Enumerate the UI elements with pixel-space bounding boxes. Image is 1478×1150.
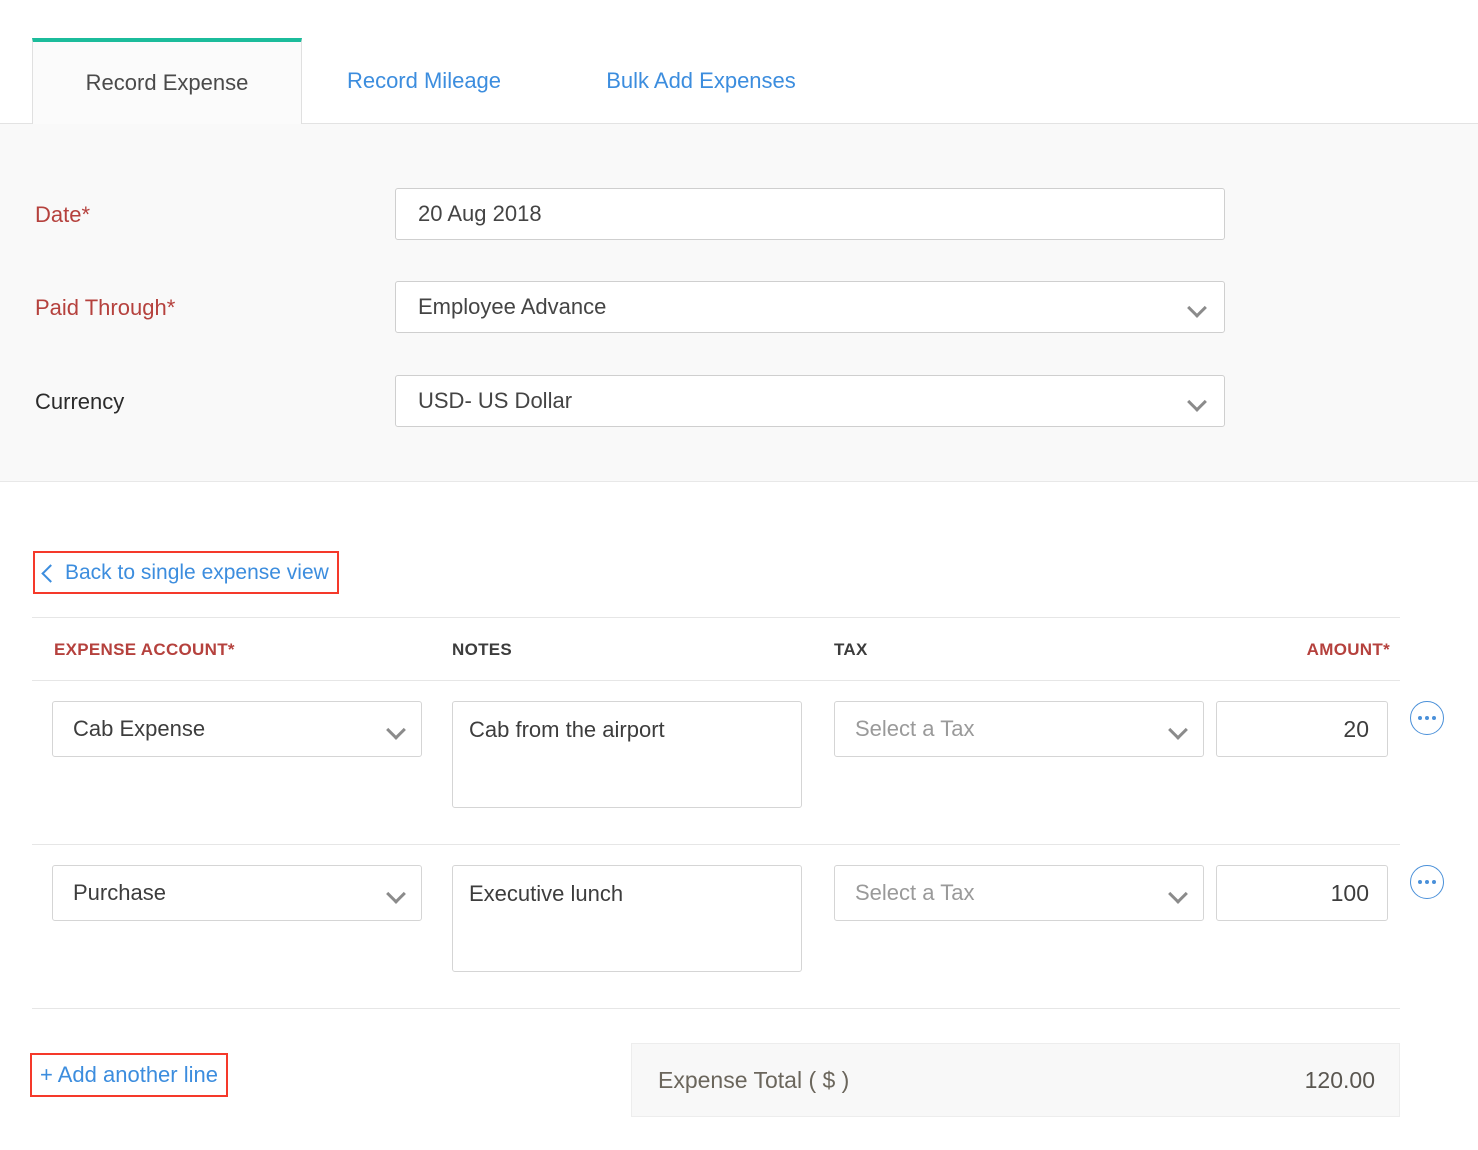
tab-bar: Record Expense Record Mileage Bulk Add E… [0,0,1478,124]
paid-through-label: Paid Through* [35,297,175,319]
expense-header-form: Date* 20 Aug 2018 Paid Through* Employee… [0,124,1478,482]
notes-textarea[interactable]: Executive lunch [452,865,802,972]
tax-value: Select a Tax [855,880,1167,906]
line-items-table: EXPENSE ACCOUNT* NOTES TAX AMOUNT* Cab E… [32,617,1400,1009]
expense-account-value: Cab Expense [73,716,385,742]
tab-bulk-add-expenses-label: Bulk Add Expenses [606,68,796,94]
table-header-row: EXPENSE ACCOUNT* NOTES TAX AMOUNT* [32,618,1400,680]
chevron-down-icon [1186,296,1208,318]
paid-through-value: Employee Advance [418,294,1186,320]
tax-value: Select a Tax [855,716,1167,742]
tab-record-expense-label: Record Expense [86,70,249,96]
expense-total-label: Expense Total ( $ ) [658,1067,849,1094]
column-header-tax: TAX [834,640,868,660]
table-row: Purchase Executive lunch Select a Tax 10… [32,845,1400,1008]
tab-record-mileage[interactable]: Record Mileage [328,38,520,124]
chevron-down-icon [1167,718,1189,740]
column-header-amount: AMOUNT* [1307,640,1390,660]
paid-through-select[interactable]: Employee Advance [395,281,1225,333]
expense-account-select[interactable]: Purchase [52,865,422,921]
expense-total-value: 120.00 [1305,1067,1375,1094]
add-another-line-button[interactable]: + Add another line [30,1053,228,1097]
chevron-down-icon [385,882,407,904]
back-link-label: Back to single expense view [65,561,329,585]
tax-select[interactable]: Select a Tax [834,865,1204,921]
currency-value: USD- US Dollar [418,388,1186,414]
row-options-icon[interactable] [1410,865,1444,899]
tab-record-expense[interactable]: Record Expense [32,38,302,124]
date-label: Date* [35,204,90,226]
back-to-single-expense-view-link[interactable]: Back to single expense view [33,551,339,594]
column-header-notes: NOTES [452,640,512,660]
chevron-left-icon [41,562,55,584]
notes-textarea[interactable]: Cab from the airport [452,701,802,808]
chevron-down-icon [1167,882,1189,904]
add-another-line-label: + Add another line [40,1062,218,1088]
currency-select[interactable]: USD- US Dollar [395,375,1225,427]
table-bottom-divider [32,1008,1400,1009]
amount-input[interactable]: 20 [1216,701,1388,757]
amount-input[interactable]: 100 [1216,865,1388,921]
chevron-down-icon [1186,390,1208,412]
tab-bulk-add-expenses[interactable]: Bulk Add Expenses [580,38,822,124]
expense-account-value: Purchase [73,880,385,906]
date-value: 20 Aug 2018 [418,201,1208,227]
date-input[interactable]: 20 Aug 2018 [395,188,1225,240]
column-header-expense-account: EXPENSE ACCOUNT* [54,640,235,660]
currency-label: Currency [35,391,124,413]
expense-total-box: Expense Total ( $ ) 120.00 [631,1043,1400,1117]
chevron-down-icon [385,718,407,740]
table-row: Cab Expense Cab from the airport Select … [32,681,1400,844]
tab-record-mileage-label: Record Mileage [347,68,501,94]
expense-account-select[interactable]: Cab Expense [52,701,422,757]
tax-select[interactable]: Select a Tax [834,701,1204,757]
row-options-icon[interactable] [1410,701,1444,735]
